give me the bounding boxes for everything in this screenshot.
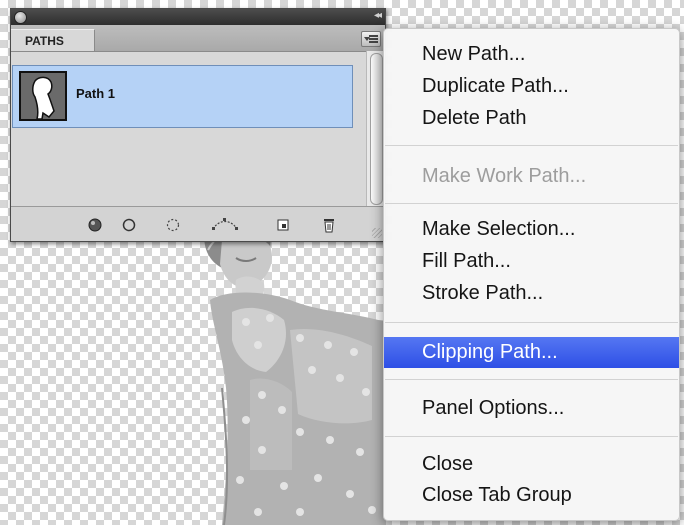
paths-panel: ◂◂ PATHS Path 1 xyxy=(10,8,386,242)
menu-item-new-path[interactable]: New Path... xyxy=(384,39,679,70)
menu-item-make-work-path: Make Work Path... xyxy=(422,165,587,187)
panel-footer xyxy=(11,206,385,241)
path-name: Path 1 xyxy=(76,86,116,101)
menu-item-delete-path[interactable]: Delete Path xyxy=(384,103,679,134)
tab-paths[interactable]: PATHS xyxy=(11,29,95,51)
panel-context-menu: New Path... Duplicate Path... Delete Pat… xyxy=(383,28,680,521)
collapse-icon[interactable]: ◂◂ xyxy=(374,10,382,21)
menu-item-clipping-path[interactable]: Clipping Path... xyxy=(384,337,679,368)
menu-item-fill-path[interactable]: Fill Path... xyxy=(384,246,679,277)
menu-separator xyxy=(385,145,678,146)
paths-list: Path 1 xyxy=(11,52,367,206)
make-work-path-icon[interactable] xyxy=(211,217,239,233)
menu-item-panel-options[interactable]: Panel Options... xyxy=(384,393,679,424)
panel-tabbar: PATHS xyxy=(11,25,385,52)
path-row[interactable]: Path 1 xyxy=(12,65,353,128)
menu-separator xyxy=(385,322,678,323)
menu-separator xyxy=(385,203,678,204)
menu-item-duplicate-path[interactable]: Duplicate Path... xyxy=(384,71,679,102)
close-icon[interactable] xyxy=(14,11,27,24)
panel-titlebar[interactable]: ◂◂ xyxy=(11,9,385,25)
fill-path-icon[interactable] xyxy=(87,217,103,233)
scroll-thumb[interactable] xyxy=(370,53,383,205)
menu-separator xyxy=(385,436,678,437)
resize-grip[interactable] xyxy=(372,228,382,238)
stroke-path-icon[interactable] xyxy=(121,217,137,233)
new-path-icon[interactable] xyxy=(275,217,291,233)
delete-path-icon[interactable] xyxy=(321,217,337,233)
menu-item-close-tab-group[interactable]: Close Tab Group xyxy=(384,480,679,511)
menu-item-close[interactable]: Close xyxy=(384,449,679,480)
panel-menu-icon[interactable] xyxy=(361,31,381,47)
menu-separator xyxy=(385,379,678,380)
path-thumbnail xyxy=(19,71,67,121)
menu-item-stroke-path[interactable]: Stroke Path... xyxy=(384,278,679,309)
load-selection-icon[interactable] xyxy=(165,217,181,233)
menu-item-make-selection[interactable]: Make Selection... xyxy=(384,214,679,245)
